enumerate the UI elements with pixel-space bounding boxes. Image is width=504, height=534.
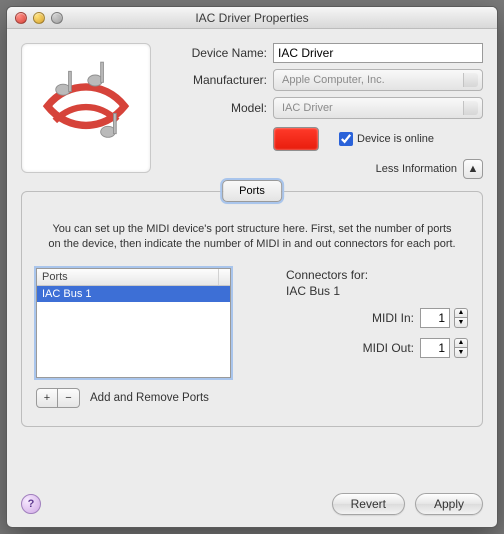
window: IAC Driver Properties Device Name: [6,6,498,528]
connectors-for-value: IAC Bus 1 [286,284,468,298]
music-swirl-icon [31,53,141,163]
manufacturer-value: Apple Computer, Inc. [282,74,385,86]
ports-help-line2: on the device, then indicate the number … [48,238,455,250]
midi-in-stepper[interactable]: ▲ ▼ [454,308,468,328]
minimize-icon[interactable] [33,12,45,24]
list-item[interactable]: IAC Bus 1 [37,286,230,302]
add-port-button[interactable]: + [36,388,58,408]
midi-out-stepper[interactable]: ▲ ▼ [454,338,468,358]
model-label: Model: [163,101,273,115]
device-name-label: Device Name: [163,46,273,60]
revert-button[interactable]: Revert [332,493,405,515]
online-checkbox-wrap[interactable]: Device is online [339,132,449,146]
minus-icon: − [65,392,71,404]
device-icon-well [21,43,151,173]
chevron-down-icon: ▲▼ [467,102,475,114]
online-label: Device is online [357,133,434,145]
help-button[interactable]: ? [21,494,41,514]
footer: ? Revert Apply [21,493,483,515]
help-icon: ? [28,498,35,510]
add-remove-label: Add and Remove Ports [90,392,209,404]
midi-out-label: MIDI Out: [363,341,414,355]
content: Device Name: Manufacturer: Apple Compute… [7,29,497,527]
triangle-up-icon: ▲ [468,163,479,175]
window-title: IAC Driver Properties [7,11,497,25]
chevron-down-icon[interactable]: ▼ [454,318,468,328]
ports-list[interactable]: Ports IAC Bus 1 [36,268,231,378]
connectors-panel: Connectors for: IAC Bus 1 MIDI In: ▲ ▼ M… [268,268,468,408]
online-checkbox[interactable] [339,132,353,146]
midi-in-input[interactable] [420,308,450,328]
model-select[interactable]: IAC Driver ▲▼ [273,97,483,119]
zoom-icon[interactable] [51,12,63,24]
remove-port-button[interactable]: − [58,388,80,408]
form-rows: Device Name: Manufacturer: Apple Compute… [151,43,483,179]
color-swatch[interactable] [273,127,319,151]
manufacturer-label: Manufacturer: [163,73,273,87]
ports-tabset: Ports You can set up the MIDI device's p… [21,191,483,427]
tab-ports-label: Ports [239,185,265,197]
plus-icon: + [44,392,50,404]
ports-left: Ports IAC Bus 1 + − Add and Remove Ports [36,268,268,408]
device-name-input[interactable] [273,43,483,63]
traffic-lights [7,12,63,24]
manufacturer-select[interactable]: Apple Computer, Inc. ▲▼ [273,69,483,91]
midi-out-input[interactable] [420,338,450,358]
less-information-row: Less Information ▲ [163,159,483,179]
model-value: IAC Driver [282,102,333,114]
less-information-label: Less Information [376,163,457,175]
tab-ports[interactable]: Ports [222,180,282,202]
ports-area: Ports IAC Bus 1 + − Add and Remove Ports… [36,268,468,408]
chevron-up-icon[interactable]: ▲ [454,308,468,318]
apply-button[interactable]: Apply [415,493,483,515]
midi-in-label: MIDI In: [372,311,414,325]
ports-help-line1: You can set up the MIDI device's port st… [52,223,451,235]
ports-help-text: You can set up the MIDI device's port st… [36,222,468,252]
close-icon[interactable] [15,12,27,24]
chevron-down-icon: ▲▼ [467,74,475,86]
ports-list-header: Ports [37,269,230,286]
chevron-down-icon[interactable]: ▼ [454,348,468,358]
connectors-for-label: Connectors for: [286,268,468,282]
top-row: Device Name: Manufacturer: Apple Compute… [21,43,483,179]
titlebar: IAC Driver Properties [7,7,497,29]
disclosure-button[interactable]: ▲ [463,159,483,179]
add-remove-row: + − Add and Remove Ports [36,388,268,408]
chevron-up-icon[interactable]: ▲ [454,338,468,348]
